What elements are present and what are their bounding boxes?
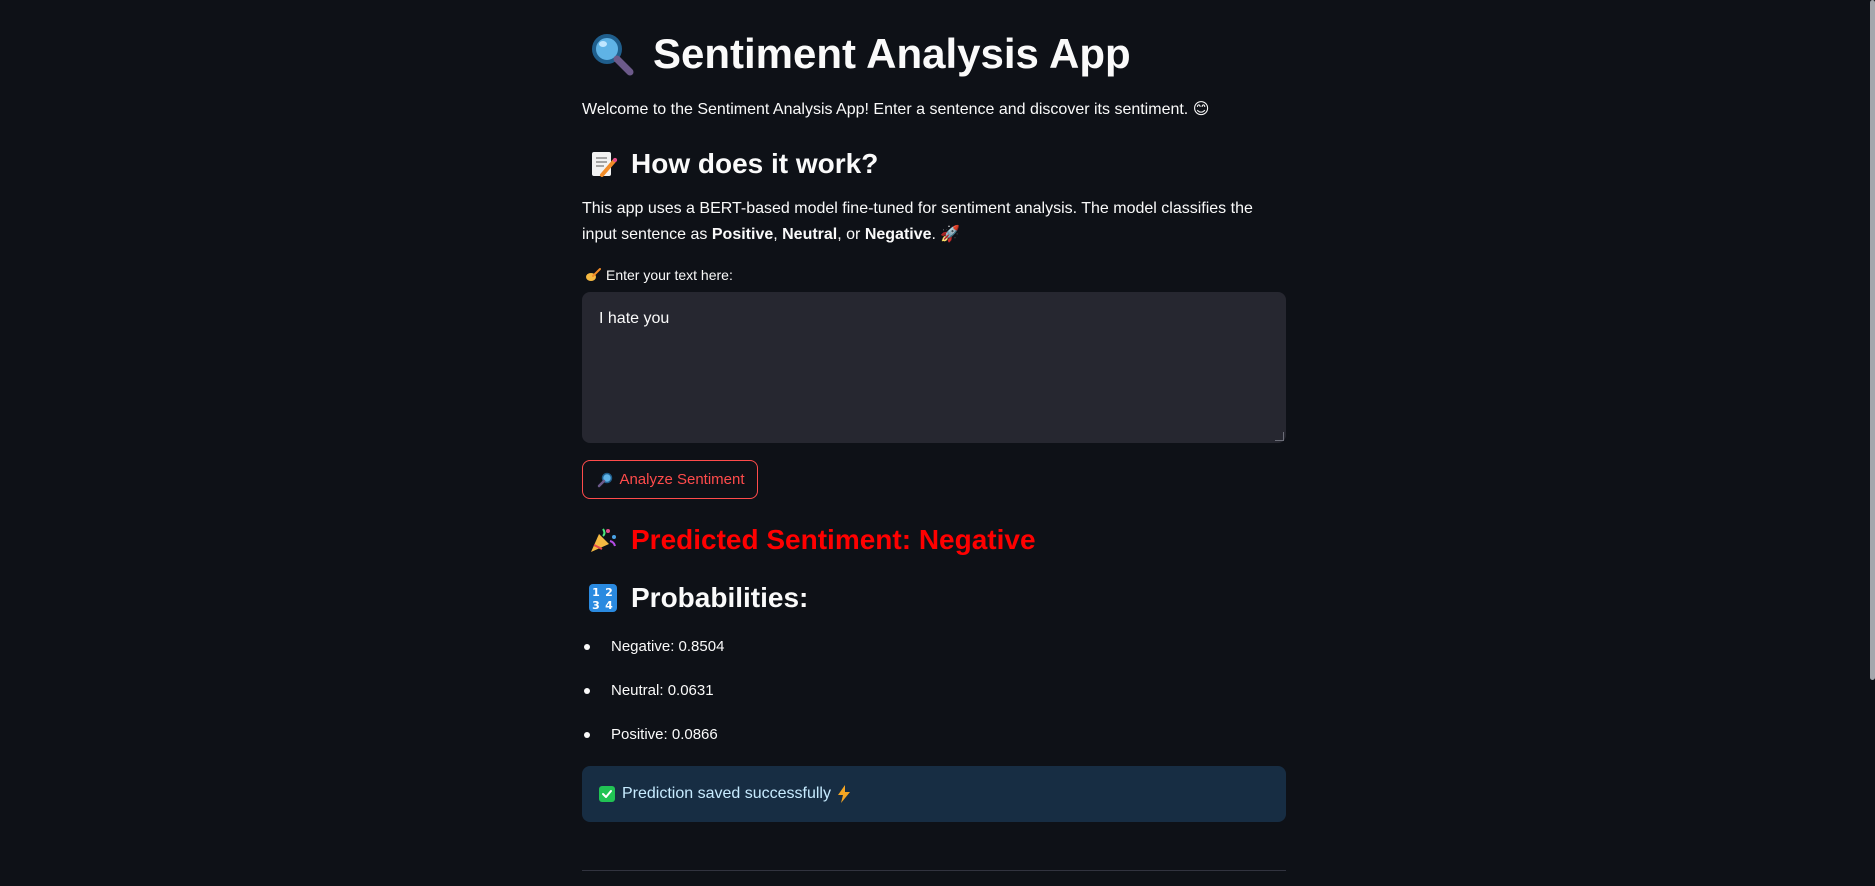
how-it-works-description: This app uses a BERT-based model fine-tu… [582,196,1286,248]
label-negative: Negative [864,226,932,243]
magnifying-glass-icon [595,470,615,490]
predicted-sentiment-text: Predicted Sentiment: Negative [631,524,1036,555]
how-it-works-heading: How does it work? [587,144,878,184]
how-it-works-heading-text: How does it work? [631,148,879,179]
bullet-icon [584,688,590,694]
welcome-text: Welcome to the Sentiment Analysis App! E… [582,101,1210,118]
text-input-label-text: Enter your text here: [606,267,733,283]
party-popper-icon [587,524,619,556]
svg-text:4: 4 [605,599,613,612]
resize-handle[interactable] [1275,432,1284,441]
probability-neutral: Neutral: 0.0631 [611,682,714,699]
probability-positive: Positive: 0.0866 [611,726,718,743]
page-title-text: Sentiment Analysis App [653,30,1131,77]
magnifying-glass-icon [587,29,637,79]
analyze-sentiment-button[interactable]: Analyze Sentiment [582,460,758,499]
list-item: Neutral: 0.0631 [582,676,1286,720]
bullet-icon [584,644,590,650]
text-input-value: I hate you [599,310,670,327]
text-input-area[interactable]: I hate you [582,292,1286,443]
page-title: Sentiment Analysis App [587,24,1131,84]
probability-negative: Negative: 0.8504 [611,638,725,655]
analyze-sentiment-button-label: Analyze Sentiment [619,471,745,488]
lightning-icon [837,785,850,803]
description-separator-2: , or [837,226,865,243]
probabilities-heading-text: Probabilities: [631,582,809,613]
success-alert-text: Prediction saved successfully [622,785,831,802]
writing-hand-icon [584,266,602,284]
svg-text:1: 1 [592,586,600,599]
page-scrollbar[interactable] [1870,0,1875,680]
description-separator-1: , [773,226,783,243]
check-mark-button-icon [599,786,615,802]
list-item: Negative: 0.8504 [582,632,1286,676]
bullet-icon [584,732,590,738]
text-input-label: Enter your text here: [584,266,733,284]
divider [582,870,1286,871]
memo-icon [587,148,619,180]
description-text-after: . 🚀 [931,226,961,243]
label-neutral: Neutral [782,226,838,243]
predicted-sentiment-heading: Predicted Sentiment: Negative [587,520,1036,560]
list-item: Positive: 0.0866 [582,720,1286,764]
success-alert: Prediction saved successfully [582,766,1286,822]
label-positive: Positive [711,226,774,243]
probabilities-heading: 1 2 3 4 Probabilities: [587,578,808,618]
numbers-1234-icon: 1 2 3 4 [587,582,619,614]
svg-text:2: 2 [605,586,613,599]
svg-text:3: 3 [592,599,600,612]
probabilities-list: Negative: 0.8504 Neutral: 0.0631 Positiv… [582,632,1286,764]
